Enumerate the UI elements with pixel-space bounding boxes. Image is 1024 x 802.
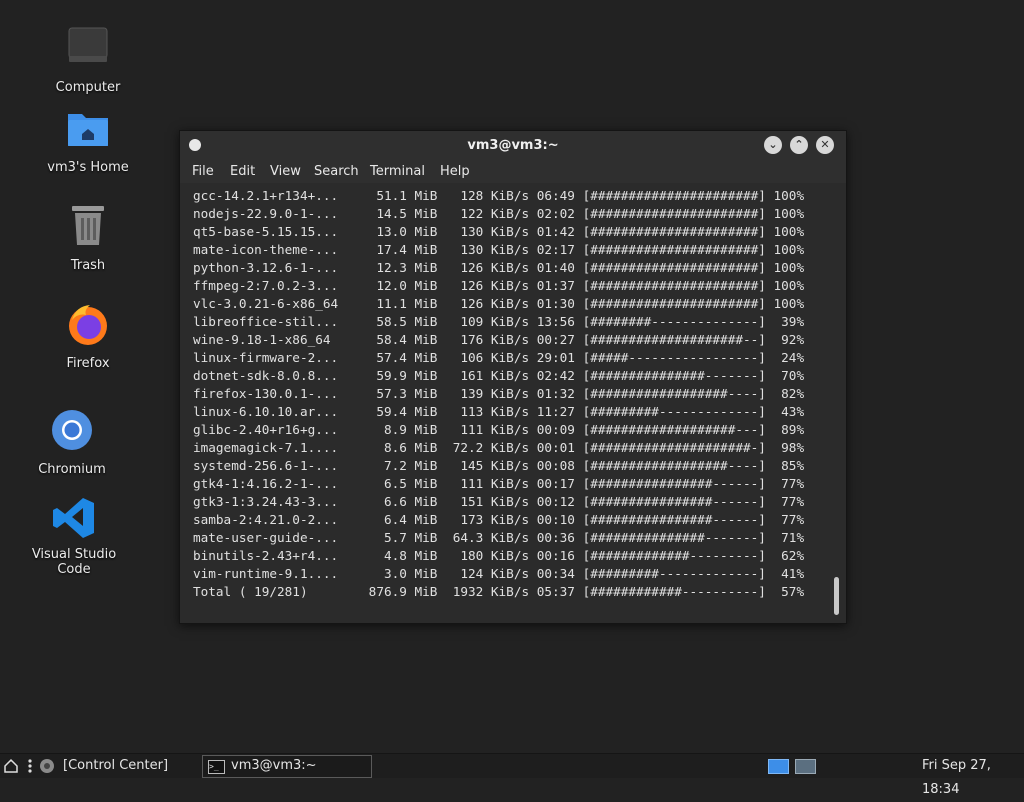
terminal-line: Total ( 19/281) 876.9 MiB 1932 KiB/s 05:… <box>193 584 805 599</box>
menu-help[interactable]: Help <box>440 164 470 179</box>
desktop-icon-home[interactable]: vm3's Home <box>28 106 148 176</box>
home-folder-icon <box>66 106 110 150</box>
chromium-icon <box>50 408 94 452</box>
terminal-line: glibc-2.40+r16+g... 8.9 MiB 111 KiB/s 00… <box>193 422 805 437</box>
trash-icon <box>66 204 110 248</box>
terminal-window[interactable]: vm3@vm3:~ ⌄ ⌃ ✕ File Edit View Search Te… <box>179 130 847 624</box>
computer-icon <box>66 26 110 70</box>
workspace-1[interactable] <box>768 759 789 774</box>
terminal-line: gtk3-1:3.24.43-3... 6.6 MiB 151 KiB/s 00… <box>193 494 805 509</box>
window-title: vm3@vm3:~ <box>467 138 559 153</box>
terminal-line: ffmpeg-2:7.0.2-3... 12.0 MiB 126 KiB/s 0… <box>193 278 805 293</box>
terminal-line: samba-2:4.21.0-2... 6.4 MiB 173 KiB/s 00… <box>193 512 805 527</box>
terminal-line: python-3.12.6-1-... 12.3 MiB 126 KiB/s 0… <box>193 260 805 275</box>
desktop-icon-chromium[interactable]: Chromium <box>12 408 132 478</box>
menu-file[interactable]: File <box>192 164 214 179</box>
terminal-line: imagemagick-7.1.... 8.6 MiB 72.2 KiB/s 0… <box>193 440 805 455</box>
vscode-icon <box>52 496 96 540</box>
maximize-icon[interactable]: ⌃ <box>790 136 808 154</box>
desktop-icon-label: Firefox <box>66 356 110 371</box>
close-icon[interactable]: ✕ <box>816 136 834 154</box>
menu-edit[interactable]: Edit <box>230 164 255 179</box>
terminal-line: linux-firmware-2... 57.4 MiB 106 KiB/s 2… <box>193 350 805 365</box>
taskbar-label: vm3@vm3:~ <box>231 758 317 773</box>
terminal-line: libreoffice-stil... 58.5 MiB 109 KiB/s 1… <box>193 314 805 329</box>
window-titlebar[interactable]: vm3@vm3:~ ⌄ ⌃ ✕ <box>180 131 846 161</box>
terminal-line: firefox-130.0.1-... 57.3 MiB 139 KiB/s 0… <box>193 386 805 401</box>
terminal-line: nodejs-22.9.0-1-... 14.5 MiB 122 KiB/s 0… <box>193 206 805 221</box>
terminal-line: mate-icon-theme-... 17.4 MiB 130 KiB/s 0… <box>193 242 805 257</box>
terminal-icon: >_ <box>208 760 225 774</box>
menubar: File Edit View Search Terminal Help <box>180 161 846 183</box>
desktop-icon-trash[interactable]: Trash <box>28 204 148 274</box>
desktop-icon-label: vm3's Home <box>47 160 129 175</box>
bottom-panel: [Control Center] >_ vm3@vm3:~ Fri Sep 27… <box>0 753 1024 797</box>
terminal-line: vim-runtime-9.1.... 3.0 MiB 124 KiB/s 00… <box>193 566 805 581</box>
workspace-2[interactable] <box>795 759 816 774</box>
terminal-line: systemd-256.6-1-... 7.2 MiB 145 KiB/s 00… <box>193 458 805 473</box>
desktop-icon-computer[interactable]: Computer <box>28 26 148 96</box>
terminal-line: gtk4-1:4.16.2-1-... 6.5 MiB 111 KiB/s 00… <box>193 476 805 491</box>
desktop-icon-label: Visual Studio Code <box>31 547 117 577</box>
menu-search[interactable]: Search <box>314 164 359 179</box>
desktop-icon-label: Computer <box>55 80 121 95</box>
menu-terminal[interactable]: Terminal <box>370 164 425 179</box>
terminal-line: wine-9.18-1-x86_64 58.4 MiB 176 KiB/s 00… <box>193 332 805 347</box>
clock[interactable]: Fri Sep 27, 18:34 <box>922 754 1024 797</box>
control-center-icon[interactable] <box>38 754 56 778</box>
terminal-scrollbar[interactable] <box>834 577 839 615</box>
menu-view[interactable]: View <box>270 164 301 179</box>
taskbar-terminal-button[interactable]: >_ vm3@vm3:~ <box>202 755 372 778</box>
show-desktop-icon[interactable] <box>4 754 18 778</box>
terminal-line: binutils-2.43+r4... 4.8 MiB 180 KiB/s 00… <box>193 548 805 563</box>
desktop-icon-firefox[interactable]: Firefox <box>28 302 148 372</box>
terminal-line: qt5-base-5.15.15... 13.0 MiB 130 KiB/s 0… <box>193 224 805 239</box>
minimize-icon[interactable]: ⌄ <box>764 136 782 154</box>
terminal-line: gcc-14.2.1+r134+... 51.1 MiB 128 KiB/s 0… <box>193 188 805 203</box>
firefox-icon <box>66 302 110 346</box>
terminal-line: linux-6.10.10.ar... 59.4 MiB 113 KiB/s 1… <box>193 404 805 419</box>
terminal-output[interactable]: gcc-14.2.1+r134+... 51.1 MiB 128 KiB/s 0… <box>180 184 846 623</box>
control-center-launcher[interactable]: [Control Center] <box>63 754 168 778</box>
desktop-icon-vscode[interactable]: Visual Studio Code <box>14 496 134 578</box>
terminal-line: mate-user-guide-... 5.7 MiB 64.3 KiB/s 0… <box>193 530 805 545</box>
terminal-line: vlc-3.0.21-6-x86_64 11.1 MiB 126 KiB/s 0… <box>193 296 805 311</box>
desktop-icon-label: Trash <box>70 258 106 273</box>
panel-handle-icon[interactable] <box>26 754 34 778</box>
terminal-line: dotnet-sdk-8.0.8... 59.9 MiB 161 KiB/s 0… <box>193 368 805 383</box>
desktop-icon-label: Chromium <box>38 462 106 477</box>
